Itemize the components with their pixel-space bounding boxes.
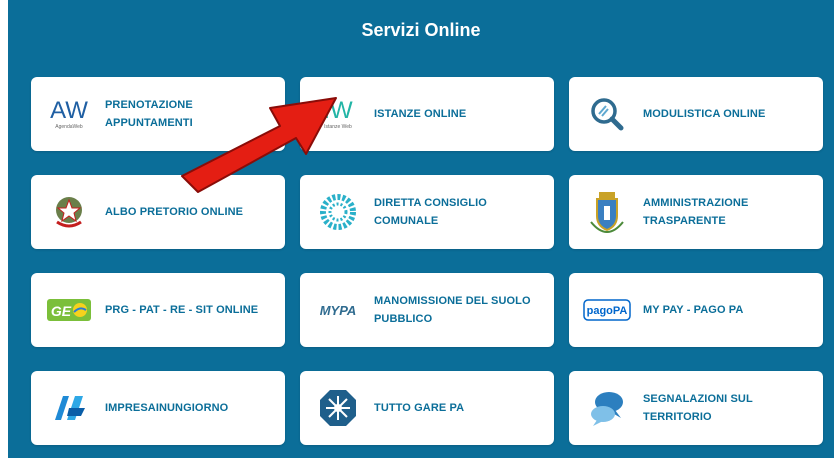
service-card-impresainungiorno[interactable]: IMPRESAINUNGIORNO <box>31 371 285 445</box>
service-label: AMMINISTRAZIONE TRASPARENTE <box>643 197 749 227</box>
service-card-prenotazione-appuntamenti[interactable]: AW AgendaWeb PRENOTAZIONE APPUNTAMENTI <box>31 77 285 151</box>
service-card-albo-pretorio-online[interactable]: ALBO PRETORIO ONLINE <box>31 175 285 249</box>
mypa-logo: MYPA <box>314 286 362 334</box>
service-card-manomissione-suolo-pubblico[interactable]: MYPA MANOMISSIONE DEL SUOLO PUBBLICO <box>300 273 554 347</box>
service-label: SEGNALAZIONI SUL TERRITORIO <box>643 393 753 423</box>
svg-text:GE: GE <box>51 303 72 319</box>
service-label: IMPRESAINUNGIORNO <box>105 402 229 414</box>
service-card-amministrazione-trasparente[interactable]: AMMINISTRAZIONE TRASPARENTE <box>569 175 823 249</box>
speech-bubbles-icon <box>583 384 631 432</box>
svg-text:Istanze Web: Istanze Web <box>324 124 352 130</box>
svg-text:IW: IW <box>323 97 353 124</box>
geo-logo: GE <box>45 286 93 334</box>
svg-text:MYPA: MYPA <box>320 303 357 318</box>
impresainungiorno-logo <box>45 384 93 432</box>
tuttogare-logo <box>314 384 362 432</box>
service-label: DIRETTA CONSIGLIO COMUNALE <box>374 197 487 227</box>
pagopa-logo: pagoPA <box>583 286 631 334</box>
dotted-ring-logo <box>314 188 362 236</box>
agendaweb-logo: AW AgendaWeb <box>45 90 93 138</box>
service-label: MODULISTICA ONLINE <box>643 108 766 120</box>
svg-text:AW: AW <box>50 97 88 124</box>
italian-emblem <box>45 188 93 236</box>
service-label: ISTANZE ONLINE <box>374 108 467 120</box>
service-card-segnalazioni-sul-territorio[interactable]: SEGNALAZIONI SUL TERRITORIO <box>569 371 823 445</box>
service-label: PRG - PAT - RE - SIT ONLINE <box>105 304 259 316</box>
service-card-my-pay-pago-pa[interactable]: pagoPA MY PAY - PAGO PA <box>569 273 823 347</box>
service-label: PRENOTAZIONE APPUNTAMENTI <box>105 99 193 129</box>
municipal-coat-of-arms <box>583 188 631 236</box>
service-card-istanze-online[interactable]: IW Istanze Web ISTANZE ONLINE <box>300 77 554 151</box>
service-label: MANOMISSIONE DEL SUOLO PUBBLICO <box>374 295 531 325</box>
service-card-diretta-consiglio-comunale[interactable]: DIRETTA CONSIGLIO COMUNALE <box>300 175 554 249</box>
service-label: ALBO PRETORIO ONLINE <box>105 206 244 218</box>
service-card-tutto-gare-pa[interactable]: TUTTO GARE PA <box>300 371 554 445</box>
service-card-modulistica-online[interactable]: MODULISTICA ONLINE <box>569 77 823 151</box>
service-card-prg-pat-re-sit-online[interactable]: GE PRG - PAT - RE - SIT ONLINE <box>31 273 285 347</box>
svg-text:AgendaWeb: AgendaWeb <box>55 124 83 130</box>
service-label: MY PAY - PAGO PA <box>643 304 744 316</box>
panel-title: Servizi Online <box>361 20 481 40</box>
servizi-online-panel: Servizi Online AW AgendaWeb PRENOTAZIONE… <box>8 0 834 458</box>
service-label: TUTTO GARE PA <box>374 402 465 414</box>
svg-text:pagoPA: pagoPA <box>587 305 628 317</box>
magnifier-icon <box>583 90 631 138</box>
istanzeweb-logo: IW Istanze Web <box>314 90 362 138</box>
